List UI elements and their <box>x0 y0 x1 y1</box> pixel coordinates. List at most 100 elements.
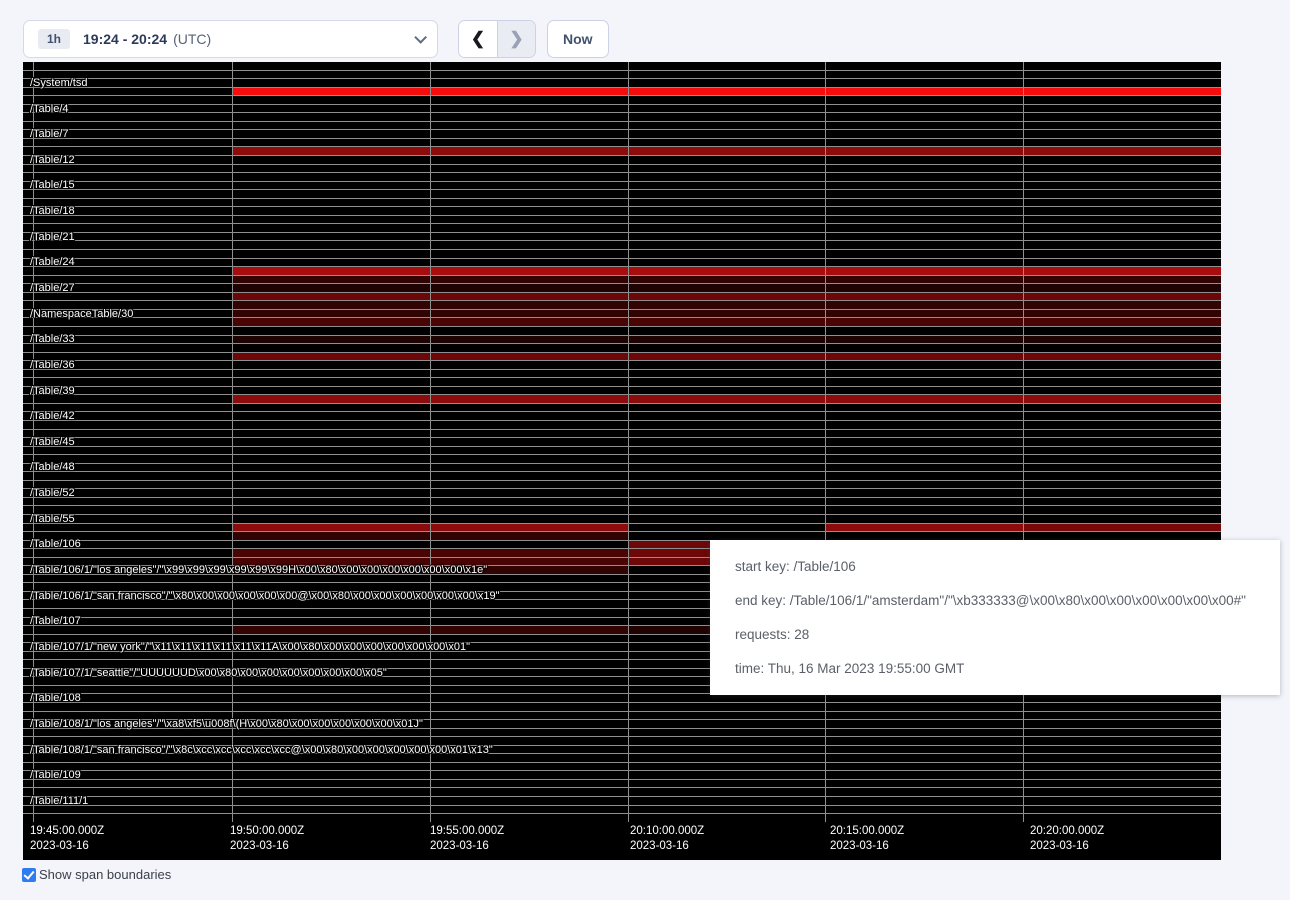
heatmap-cell[interactable] <box>628 370 826 378</box>
heatmap-cell[interactable] <box>1023 814 1221 822</box>
heatmap-cell[interactable] <box>628 71 826 79</box>
heatmap-row[interactable]: /Table/27 <box>23 284 1221 293</box>
heatmap-cell[interactable] <box>628 737 826 745</box>
heatmap-cell[interactable] <box>1023 515 1221 523</box>
heatmap-cell[interactable] <box>430 353 628 361</box>
heatmap-cell[interactable] <box>825 387 1023 395</box>
heatmap-cell[interactable] <box>1023 532 1221 540</box>
heatmap-cell[interactable] <box>825 224 1023 232</box>
heatmap-cell[interactable] <box>1023 62 1221 70</box>
heatmap-cell[interactable] <box>430 404 628 412</box>
heatmap-cell[interactable] <box>430 139 628 147</box>
heatmap-cell[interactable] <box>232 190 430 198</box>
heatmap-cell[interactable] <box>430 421 628 429</box>
heatmap-cell[interactable] <box>628 524 826 532</box>
heatmap-cell[interactable] <box>1023 353 1221 361</box>
heatmap-cell[interactable] <box>825 344 1023 352</box>
heatmap-cell[interactable] <box>430 395 628 403</box>
heatmap-cell[interactable] <box>825 139 1023 147</box>
heatmap-cell[interactable] <box>1023 797 1221 805</box>
heatmap-cell[interactable] <box>232 250 430 258</box>
heatmap-cell[interactable] <box>430 489 628 497</box>
heatmap-cell[interactable] <box>825 763 1023 771</box>
heatmap-cell[interactable] <box>825 703 1023 711</box>
heatmap-cell[interactable] <box>1023 455 1221 463</box>
heatmap-cell[interactable] <box>825 284 1023 292</box>
heatmap-cell[interactable] <box>430 327 628 335</box>
heatmap-row[interactable] <box>23 276 1221 285</box>
heatmap-cell[interactable] <box>628 771 826 779</box>
heatmap-cell[interactable] <box>628 472 826 480</box>
heatmap-cell[interactable] <box>628 404 826 412</box>
heatmap-cell[interactable] <box>1023 498 1221 506</box>
heatmap-cell[interactable] <box>232 489 430 497</box>
heatmap-cell[interactable] <box>628 498 826 506</box>
show-span-boundaries-checkbox[interactable] <box>22 868 36 882</box>
heatmap-cell[interactable] <box>1023 88 1221 96</box>
heatmap-row[interactable] <box>23 814 1221 822</box>
heatmap-cell[interactable] <box>1023 71 1221 79</box>
heatmap-cell[interactable] <box>232 293 430 301</box>
heatmap-cell[interactable] <box>628 147 826 155</box>
heatmap-row[interactable]: /Table/36 <box>23 361 1221 370</box>
heatmap-cell[interactable] <box>232 216 430 224</box>
heatmap-cell[interactable] <box>430 130 628 138</box>
heatmap-cell[interactable] <box>1023 378 1221 386</box>
heatmap-cell[interactable] <box>232 147 430 155</box>
heatmap-cell[interactable] <box>232 524 430 532</box>
heatmap-cell[interactable] <box>232 224 430 232</box>
heatmap-cell[interactable] <box>232 199 430 207</box>
heatmap-cell[interactable] <box>232 130 430 138</box>
heatmap-cell[interactable] <box>825 438 1023 446</box>
heatmap-cell[interactable] <box>430 618 628 626</box>
heatmap-cell[interactable] <box>628 318 826 326</box>
heatmap-row[interactable]: /Table/108/1/"los angeles"/"\xa8\xf5\u00… <box>23 720 1221 729</box>
heatmap-cell[interactable] <box>232 498 430 506</box>
heatmap-cell[interactable] <box>430 430 628 438</box>
heatmap-cell[interactable] <box>825 780 1023 788</box>
heatmap-cell[interactable] <box>430 780 628 788</box>
heatmap-cell[interactable] <box>232 771 430 779</box>
heatmap-cell[interactable] <box>825 412 1023 420</box>
heatmap-cell[interactable] <box>232 276 430 284</box>
heatmap-cell[interactable] <box>430 763 628 771</box>
heatmap-cell[interactable] <box>430 284 628 292</box>
heatmap-cell[interactable] <box>430 549 628 557</box>
heatmap-cell[interactable] <box>232 806 430 814</box>
heatmap-cell[interactable] <box>825 712 1023 720</box>
heatmap-row[interactable] <box>23 250 1221 259</box>
heatmap-cell[interactable] <box>1023 327 1221 335</box>
heatmap-cell[interactable] <box>232 105 430 113</box>
heatmap-cell[interactable] <box>430 207 628 215</box>
heatmap-cell[interactable] <box>430 259 628 267</box>
heatmap-row[interactable] <box>23 224 1221 233</box>
heatmap-row[interactable] <box>23 447 1221 456</box>
heatmap-row[interactable] <box>23 806 1221 815</box>
heatmap-cell[interactable] <box>628 327 826 335</box>
heatmap-cell[interactable] <box>232 353 430 361</box>
heatmap-cell[interactable] <box>825 737 1023 745</box>
heatmap-cell[interactable] <box>628 746 826 754</box>
heatmap-cell[interactable] <box>232 549 430 557</box>
heatmap-cell[interactable] <box>1023 105 1221 113</box>
heatmap-cell[interactable] <box>1023 96 1221 104</box>
heatmap-cell[interactable] <box>430 464 628 472</box>
heatmap-cell[interactable] <box>232 96 430 104</box>
heatmap-cell[interactable] <box>430 122 628 130</box>
heatmap-cell[interactable] <box>628 267 826 275</box>
heatmap-cell[interactable] <box>628 336 826 344</box>
heatmap-row[interactable] <box>23 122 1221 131</box>
heatmap-row[interactable] <box>23 472 1221 481</box>
heatmap-cell[interactable] <box>232 395 430 403</box>
heatmap-cell[interactable] <box>825 720 1023 728</box>
heatmap-row[interactable] <box>23 498 1221 507</box>
heatmap-cell[interactable] <box>825 515 1023 523</box>
heatmap-cell[interactable] <box>628 515 826 523</box>
heatmap-cell[interactable] <box>430 481 628 489</box>
heatmap-cell[interactable] <box>232 301 430 309</box>
heatmap-cell[interactable] <box>1023 344 1221 352</box>
heatmap-row[interactable] <box>23 421 1221 430</box>
heatmap-cell[interactable] <box>1023 763 1221 771</box>
heatmap-cell[interactable] <box>430 814 628 822</box>
heatmap-cell[interactable] <box>430 113 628 121</box>
